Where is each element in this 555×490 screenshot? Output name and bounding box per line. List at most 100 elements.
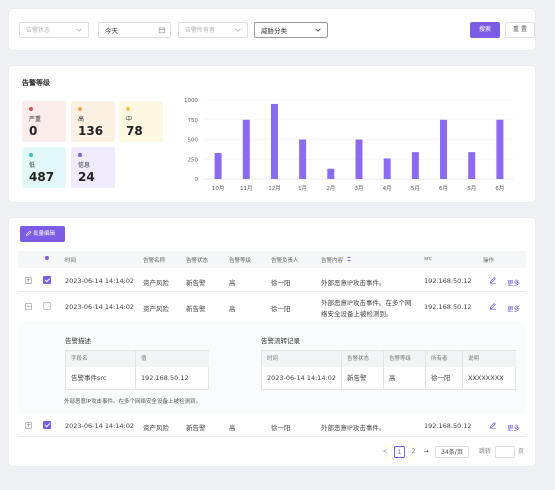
desc-cell-value: 192.168.50.12 — [141, 374, 189, 382]
cell-status: 新告警 — [186, 424, 206, 432]
search-button[interactable]: 搜索 — [470, 22, 500, 38]
select-all-dot[interactable] — [45, 256, 49, 260]
level-info-card[interactable]: 信息 24 — [71, 147, 115, 188]
chart-x-tick-label: 10月 — [212, 185, 225, 192]
cell-time: 2023-06-14 14:14:02 — [65, 303, 135, 311]
page-size-value: 34条/页 — [441, 449, 463, 456]
level-medium-card[interactable]: 中 78 — [119, 101, 163, 142]
edit-icon[interactable] — [489, 276, 497, 284]
chart-bar[interactable] — [214, 152, 222, 179]
column-header-owner[interactable]: 告警负责人 — [271, 256, 299, 264]
cell-src: 192.168.50.12 — [424, 422, 472, 430]
table-row[interactable]: + 2023-06-14 14:14:02 资产风险 新告警 高 徐一阳 外部恶… — [18, 415, 526, 437]
chart-bar[interactable] — [440, 119, 448, 179]
column-header-actions: 操作 — [483, 258, 495, 264]
cell-time: 2023-06-14 14:14:02 — [65, 422, 135, 430]
flow-header-note: 说明 — [463, 351, 516, 367]
page-size-select[interactable]: 34条/页 — [435, 446, 469, 458]
next-page-button[interactable]: → — [421, 446, 431, 458]
chart-y-tick-label: 250 — [188, 157, 199, 163]
cell-owner: 徐一阳 — [271, 424, 291, 432]
flow-header-owner: 所有者 — [426, 351, 463, 367]
cell-level: 高 — [229, 305, 236, 313]
flow-cell-status: 新告警 — [342, 367, 384, 389]
level-name: 中 — [126, 116, 133, 123]
page-2-button[interactable]: 2 — [408, 446, 419, 458]
chart-bar[interactable] — [355, 139, 363, 180]
level-name: 低 — [29, 162, 36, 169]
expand-row-button[interactable]: + — [25, 277, 32, 284]
column-header-level[interactable]: 告警等级 — [229, 256, 251, 264]
chart-bar[interactable] — [327, 168, 335, 179]
chart-bar[interactable] — [468, 152, 476, 179]
row-checkbox[interactable] — [43, 302, 51, 310]
chart-bar[interactable] — [270, 103, 278, 179]
edit-icon[interactable] — [489, 421, 497, 429]
chart-x-tick-label: 4月 — [383, 185, 392, 192]
owner-select-placeholder: 告警所有者 — [185, 27, 216, 34]
level-count: 78 — [126, 124, 143, 138]
cell-name: 资产风险 — [143, 424, 169, 432]
cell-name: 资产风险 — [143, 305, 169, 313]
alert-level-title: 告警等级 — [22, 79, 50, 87]
expand-row-button[interactable]: + — [25, 422, 32, 429]
row-checkbox[interactable] — [43, 421, 51, 429]
flow-cell-note: XXXXXXXX — [468, 374, 504, 382]
chart-bar[interactable] — [496, 119, 504, 179]
chart-x-tick-label: 11月 — [240, 185, 253, 192]
more-link[interactable]: 更多 — [507, 277, 520, 287]
chart-bar[interactable] — [299, 139, 307, 180]
flow-header-status: 告警状态 — [342, 351, 384, 367]
cell-level: 高 — [229, 424, 236, 432]
flow-cell-owner: 徐一阳 — [426, 367, 463, 389]
column-header-status[interactable]: 告警状态 — [186, 256, 208, 264]
column-header-content[interactable]: 告警内容 — [321, 256, 343, 264]
chart-y-tick-label: 1000 — [184, 98, 198, 104]
chevron-down-icon — [315, 28, 321, 32]
edit-icon[interactable] — [489, 302, 497, 310]
level-name: 严重 — [29, 116, 42, 123]
chart-bar[interactable] — [242, 119, 250, 179]
flow-cell-level: 高 — [384, 367, 426, 389]
more-link[interactable]: 更多 — [507, 422, 520, 432]
chart-x-tick-label: 3月 — [355, 185, 364, 192]
row-checkbox[interactable] — [43, 276, 51, 284]
chart-x-tick-label: 12月 — [268, 185, 281, 192]
batch-edit-label: 批量编辑 — [33, 231, 56, 237]
column-header-src[interactable]: src — [424, 256, 432, 262]
alert-trend-chart: 0 250 500 750 1000 10月 11月 12月 1月 2月 3月 4月 5月 6月 5月 6月 — [184, 98, 514, 192]
more-link[interactable]: 更多 — [507, 303, 520, 313]
cell-level: 高 — [229, 279, 236, 287]
edit-icon — [25, 230, 32, 237]
level-dot — [29, 107, 33, 111]
reset-button[interactable]: 重 置 — [505, 22, 535, 38]
level-high-card[interactable]: 高 136 — [71, 101, 115, 142]
level-low-card[interactable]: 低 487 — [22, 147, 66, 188]
column-header-time[interactable]: 时间 — [65, 256, 76, 264]
desc-header-field: 字段名 — [66, 351, 136, 367]
cell-src: 192.168.50.12 — [424, 277, 472, 285]
table-row[interactable]: − 2023-06-14 14:14:02 资产风险 新告警 高 徐一阳 外部恶… — [18, 292, 526, 322]
flow-header-time: 时间 — [262, 351, 342, 367]
table-row[interactable]: + 2023-06-14 14:14:02 资产风险 新告警 高 徐一阳 外部恶… — [18, 270, 526, 292]
column-header-name[interactable]: 告警名称 — [143, 256, 165, 264]
collapse-row-button[interactable]: − — [25, 303, 32, 310]
desc-cell-field: 告警事件src — [66, 367, 136, 389]
prev-page-button[interactable]: < — [380, 446, 390, 458]
category-select[interactable]: 威胁分类 — [254, 22, 328, 38]
date-picker[interactable]: 今天 — [98, 22, 171, 38]
alert-description-table: 字段名 值 告警事件src 192.168.50.12 — [65, 350, 209, 390]
jump-page-input[interactable] — [495, 446, 515, 458]
owner-select[interactable]: 告警所有者 — [178, 22, 248, 38]
chart-x-tick-label: 2月 — [326, 185, 335, 192]
chart-bar[interactable] — [383, 158, 391, 179]
chart-bar[interactable] — [411, 152, 419, 179]
cell-owner: 徐一阳 — [271, 279, 291, 287]
status-select[interactable]: 告警状态 — [19, 22, 89, 38]
batch-edit-button[interactable]: 批量编辑 — [20, 226, 65, 242]
level-critical-card[interactable]: 严重 0 — [22, 101, 66, 142]
chart-x-tick-label: 5月 — [467, 185, 476, 192]
sort-icon[interactable] — [346, 256, 352, 262]
flow-cell-time: 2023-06-14 14:14:02 — [262, 367, 342, 389]
page-1-button[interactable]: 1 — [394, 446, 405, 458]
